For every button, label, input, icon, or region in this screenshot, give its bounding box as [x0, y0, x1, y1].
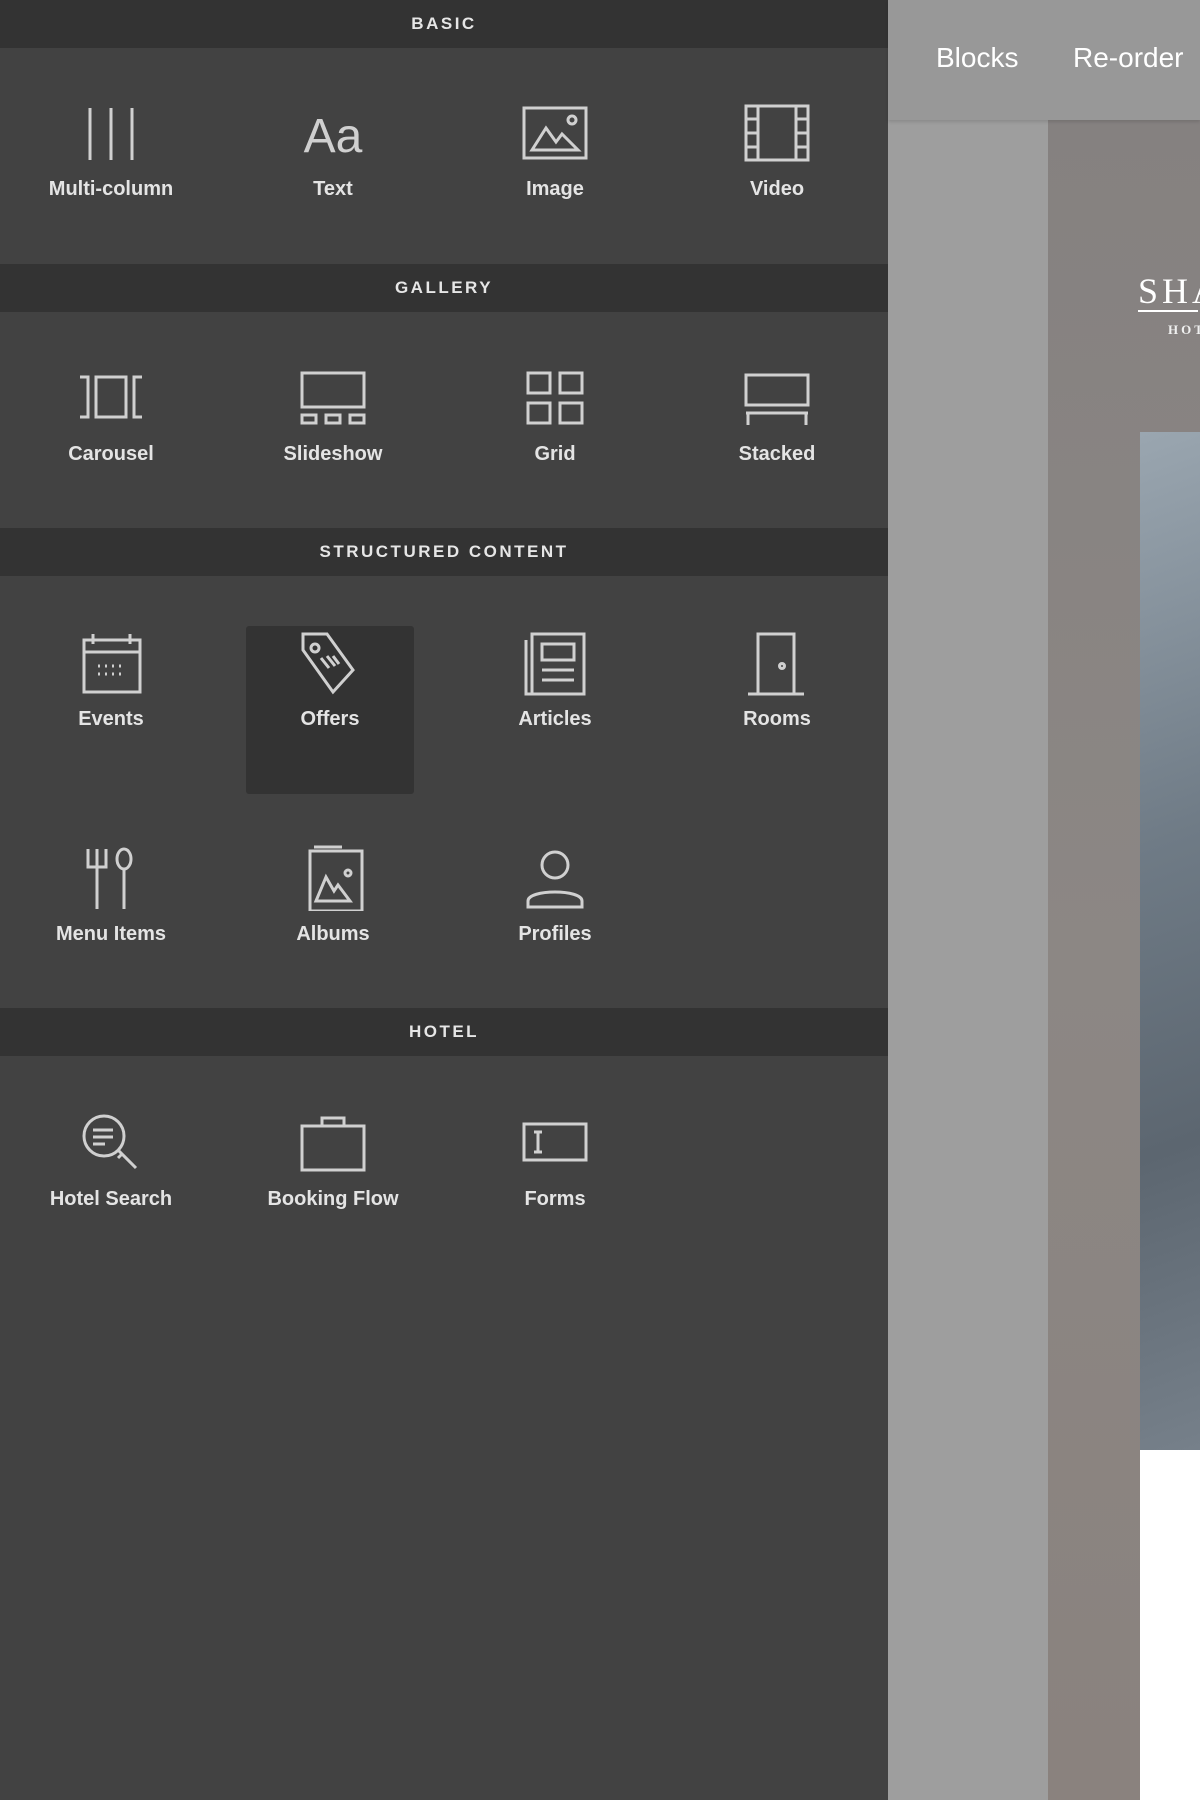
block-label: Booking Flow: [267, 1188, 399, 1210]
block-profiles[interactable]: Profiles: [471, 841, 639, 1009]
block-label: Rooms: [743, 708, 811, 730]
content-area: [1140, 1450, 1200, 1800]
columns-icon: [88, 108, 134, 160]
section-header-hotel: HOTEL: [0, 1008, 888, 1056]
block-label: Offers: [300, 708, 360, 730]
door-icon: [748, 632, 804, 696]
briefcase-icon: [300, 1116, 366, 1172]
block-label: Albums: [296, 923, 370, 945]
carousel-icon: [80, 375, 142, 419]
section-header-basic: BASIC: [0, 0, 888, 48]
block-booking-flow[interactable]: Booking Flow: [249, 1106, 417, 1274]
block-forms[interactable]: Forms: [471, 1106, 639, 1274]
tab-re-order[interactable]: Re-order: [1073, 42, 1183, 74]
tab-blocks[interactable]: Blocks: [936, 42, 1018, 74]
block-label: Carousel: [68, 443, 154, 465]
block-image[interactable]: Image: [471, 96, 639, 264]
block-events[interactable]: Events: [27, 626, 195, 794]
text-icon: Aa: [304, 110, 363, 163]
block-slideshow[interactable]: Slideshow: [249, 361, 417, 529]
logo-divider: [1138, 310, 1198, 312]
block-stacked[interactable]: Stacked: [693, 361, 861, 529]
slideshow-icon: [300, 371, 366, 425]
grid-icon: [526, 371, 584, 425]
page-preview: SHA HOT Blocks Re-order: [888, 0, 1200, 1800]
tag-icon: [301, 632, 355, 695]
block-picker-sidebar: BASIC GALLERY STRUCTURED CONTENT HOTEL M…: [0, 0, 888, 1800]
preview-photo: [1140, 432, 1200, 1450]
block-label: Stacked: [738, 443, 816, 465]
block-label: Events: [78, 708, 144, 730]
search-list-icon: [82, 1114, 138, 1170]
top-bar: Blocks Re-order: [888, 0, 1200, 120]
film-icon: [744, 104, 810, 162]
svg-text:Aa: Aa: [304, 110, 363, 163]
block-label: Forms: [524, 1188, 586, 1210]
block-articles[interactable]: Articles: [471, 626, 639, 794]
block-offers[interactable]: Offers: [246, 626, 414, 794]
newspaper-icon: [524, 632, 586, 696]
block-grid[interactable]: Grid: [471, 361, 639, 529]
site-logo-subtitle: HOT: [1168, 322, 1200, 337]
block-albums[interactable]: Albums: [249, 841, 417, 1009]
block-label: Multi-column: [48, 178, 174, 200]
image-icon: [522, 106, 588, 160]
stacked-icon: [744, 373, 810, 425]
block-label: Hotel Search: [49, 1188, 173, 1210]
block-label: Slideshow: [283, 443, 383, 465]
calendar-icon: [82, 634, 142, 694]
block-hotel-search[interactable]: Hotel Search: [27, 1106, 195, 1274]
block-label: Articles: [518, 708, 592, 730]
block-label: Video: [749, 178, 805, 200]
block-label: Profiles: [518, 923, 592, 945]
form-field-icon: [522, 1122, 588, 1162]
section-header-gallery: GALLERY: [0, 264, 888, 312]
section-header-structured-content: STRUCTURED CONTENT: [0, 528, 888, 576]
block-carousel[interactable]: Carousel: [27, 361, 195, 529]
fork-spoon-icon: [86, 847, 133, 909]
person-icon: [526, 850, 584, 909]
block-label: Text: [313, 178, 353, 200]
block-label: Grid: [534, 443, 576, 465]
block-label: Image: [526, 178, 584, 200]
block-text[interactable]: Aa Text: [249, 96, 417, 264]
block-menu-items[interactable]: Menu Items: [27, 841, 195, 1009]
album-icon: [308, 845, 364, 911]
block-multi-column[interactable]: Multi-column: [27, 96, 195, 264]
block-video[interactable]: Video: [693, 96, 861, 264]
block-label: Menu Items: [55, 923, 167, 945]
block-rooms[interactable]: Rooms: [693, 626, 861, 794]
site-logo: SHA: [1138, 271, 1200, 311]
